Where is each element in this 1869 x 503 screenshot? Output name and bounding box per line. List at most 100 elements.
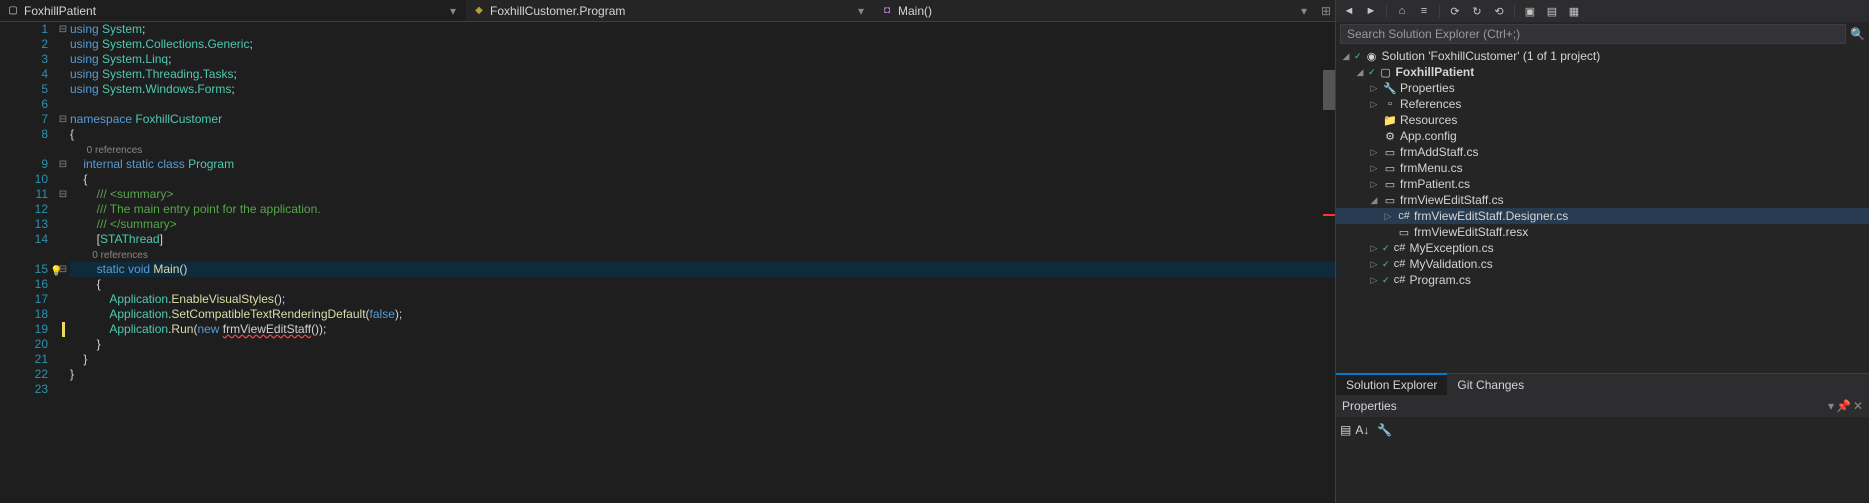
tree-item[interactable]: 📁Resources: [1336, 112, 1869, 128]
code-line[interactable]: [70, 382, 1335, 397]
code-line[interactable]: 0 references: [70, 142, 1335, 157]
expand-icon[interactable]: ▷: [1368, 83, 1380, 94]
expand-icon[interactable]: ▷: [1368, 259, 1380, 270]
code-line[interactable]: using System;: [70, 22, 1335, 37]
pin-button[interactable]: 📌: [1836, 399, 1851, 413]
categorized-button[interactable]: ▤: [1340, 423, 1351, 437]
lightbulb-icon[interactable]: 💡: [50, 264, 62, 276]
tree-item[interactable]: ◢✓◉Solution 'FoxhillCustomer' (1 of 1 pr…: [1336, 48, 1869, 64]
code-line[interactable]: /// </summary>: [70, 217, 1335, 232]
line-number: 20: [0, 337, 48, 352]
code-line[interactable]: }: [70, 337, 1335, 352]
properties-button[interactable]: ▦: [1565, 2, 1583, 20]
search-icon[interactable]: 🔍: [1850, 27, 1865, 41]
csharp-project-icon: ▢: [6, 4, 20, 18]
tab-git-changes[interactable]: Git Changes: [1447, 373, 1534, 395]
code-line[interactable]: using System.Linq;: [70, 52, 1335, 67]
window-position-button[interactable]: ▾: [1828, 399, 1834, 413]
solution-explorer-tabstrip: Solution Explorer Git Changes: [1336, 373, 1869, 395]
expand-icon[interactable]: ▷: [1382, 211, 1394, 222]
fold-toggle[interactable]: ⊟: [56, 157, 70, 172]
error-marker[interactable]: [1323, 214, 1335, 216]
property-pages-button[interactable]: 🔧: [1377, 423, 1392, 437]
file-icon: 📁: [1382, 114, 1398, 127]
file-icon: ▫: [1382, 98, 1398, 110]
line-number: 7: [0, 112, 48, 127]
expand-icon[interactable]: ▷: [1368, 275, 1380, 286]
collapse-icon[interactable]: ◢: [1368, 195, 1380, 206]
code-line[interactable]: /// <summary>: [70, 187, 1335, 202]
fold-toggle[interactable]: ⊟: [56, 22, 70, 37]
scroll-preview[interactable]: [1323, 22, 1335, 503]
viewport-marker[interactable]: [1323, 70, 1335, 110]
code-line[interactable]: 0 references: [70, 247, 1335, 262]
tree-item[interactable]: ◢▭frmViewEditStaff.cs: [1336, 192, 1869, 208]
nav-type-dropdown[interactable]: ◆ FoxhillCustomer.Program ▾: [466, 0, 874, 21]
expand-icon[interactable]: ▷: [1368, 243, 1380, 254]
tab-solution-explorer[interactable]: Solution Explorer: [1336, 373, 1447, 395]
code-line[interactable]: using System.Threading.Tasks;: [70, 67, 1335, 82]
close-button[interactable]: ✕: [1853, 399, 1863, 413]
tree-item[interactable]: ⚙App.config: [1336, 128, 1869, 144]
code-line[interactable]: static void Main(): [70, 262, 1335, 277]
collapse-all-button[interactable]: ▣: [1521, 2, 1539, 20]
show-all-files-button[interactable]: ▤: [1543, 2, 1561, 20]
search-input[interactable]: Search Solution Explorer (Ctrl+;): [1340, 24, 1846, 44]
tree-item[interactable]: ▷▭frmAddStaff.cs: [1336, 144, 1869, 160]
fold-toggle[interactable]: ⊟: [56, 187, 70, 202]
line-number: 22: [0, 367, 48, 382]
chevron-down-icon: ▾: [446, 4, 460, 18]
sync-button[interactable]: ↻: [1468, 2, 1486, 20]
collapse-icon[interactable]: ◢: [1340, 51, 1352, 62]
tree-item[interactable]: ▷✓c#MyException.cs: [1336, 240, 1869, 256]
code-line[interactable]: {: [70, 277, 1335, 292]
solution-explorer-tree[interactable]: ◢✓◉Solution 'FoxhillCustomer' (1 of 1 pr…: [1336, 46, 1869, 373]
code-line[interactable]: namespace FoxhillCustomer: [70, 112, 1335, 127]
code-line[interactable]: using System.Collections.Generic;: [70, 37, 1335, 52]
code-line[interactable]: Application.EnableVisualStyles();: [70, 292, 1335, 307]
home-button[interactable]: ⌂: [1393, 2, 1411, 20]
expand-icon[interactable]: ▷: [1368, 147, 1380, 158]
tree-item[interactable]: ◢✓▢FoxhillPatient: [1336, 64, 1869, 80]
code-line[interactable]: using System.Windows.Forms;: [70, 82, 1335, 97]
code-editor[interactable]: 1234567891011121314151617181920212223 ⊟⊟…: [0, 22, 1335, 503]
fold-toggle: [56, 97, 70, 112]
back-button[interactable]: ◄: [1340, 2, 1358, 20]
tree-item[interactable]: ▷▫References: [1336, 96, 1869, 112]
code-line[interactable]: }: [70, 367, 1335, 382]
tree-item[interactable]: ▷▭frmPatient.cs: [1336, 176, 1869, 192]
tree-item[interactable]: ▭frmViewEditStaff.resx: [1336, 224, 1869, 240]
fold-toggle: [56, 172, 70, 187]
code-line[interactable]: {: [70, 172, 1335, 187]
nav-member-dropdown[interactable]: ◘ Main() ▾: [874, 0, 1317, 21]
fold-toggle: [56, 307, 70, 322]
alphabetical-button[interactable]: A↓: [1355, 423, 1369, 437]
tree-item[interactable]: ▷🔧Properties: [1336, 80, 1869, 96]
expand-icon[interactable]: ▷: [1368, 163, 1380, 174]
forward-button[interactable]: ►: [1362, 2, 1380, 20]
tree-item[interactable]: ▷c#frmViewEditStaff.Designer.cs: [1336, 208, 1869, 224]
refresh-button[interactable]: ⟲: [1490, 2, 1508, 20]
expand-icon[interactable]: ▷: [1368, 99, 1380, 110]
code-line[interactable]: {: [70, 127, 1335, 142]
code-line[interactable]: [STAThread]: [70, 232, 1335, 247]
line-number: 17: [0, 292, 48, 307]
code-line[interactable]: Application.Run(new frmViewEditStaff());: [70, 322, 1335, 337]
solution-explorer-toolbar: ◄ ► ⌂ ≡ ⟳ ↻ ⟲ ▣ ▤ ▦: [1336, 0, 1869, 22]
split-editor-button[interactable]: ⊞: [1317, 4, 1335, 18]
tree-item[interactable]: ▷✓c#Program.cs: [1336, 272, 1869, 288]
code-line[interactable]: }: [70, 352, 1335, 367]
code-line[interactable]: [70, 97, 1335, 112]
code-line[interactable]: Application.SetCompatibleTextRenderingDe…: [70, 307, 1335, 322]
nav-project-dropdown[interactable]: ▢ FoxhillPatient ▾: [0, 0, 466, 21]
expand-icon[interactable]: ▷: [1368, 179, 1380, 190]
switch-view-button[interactable]: ≡: [1415, 2, 1433, 20]
code-line[interactable]: /// The main entry point for the applica…: [70, 202, 1335, 217]
fold-toggle[interactable]: ⊟: [56, 112, 70, 127]
code-line[interactable]: internal static class Program: [70, 157, 1335, 172]
pending-changes-filter-button[interactable]: ⟳: [1446, 2, 1464, 20]
tree-item[interactable]: ▷▭frmMenu.cs: [1336, 160, 1869, 176]
tree-item[interactable]: ▷✓c#MyValidation.cs: [1336, 256, 1869, 272]
collapse-icon[interactable]: ◢: [1354, 67, 1366, 78]
file-icon: ⚙: [1382, 130, 1398, 143]
